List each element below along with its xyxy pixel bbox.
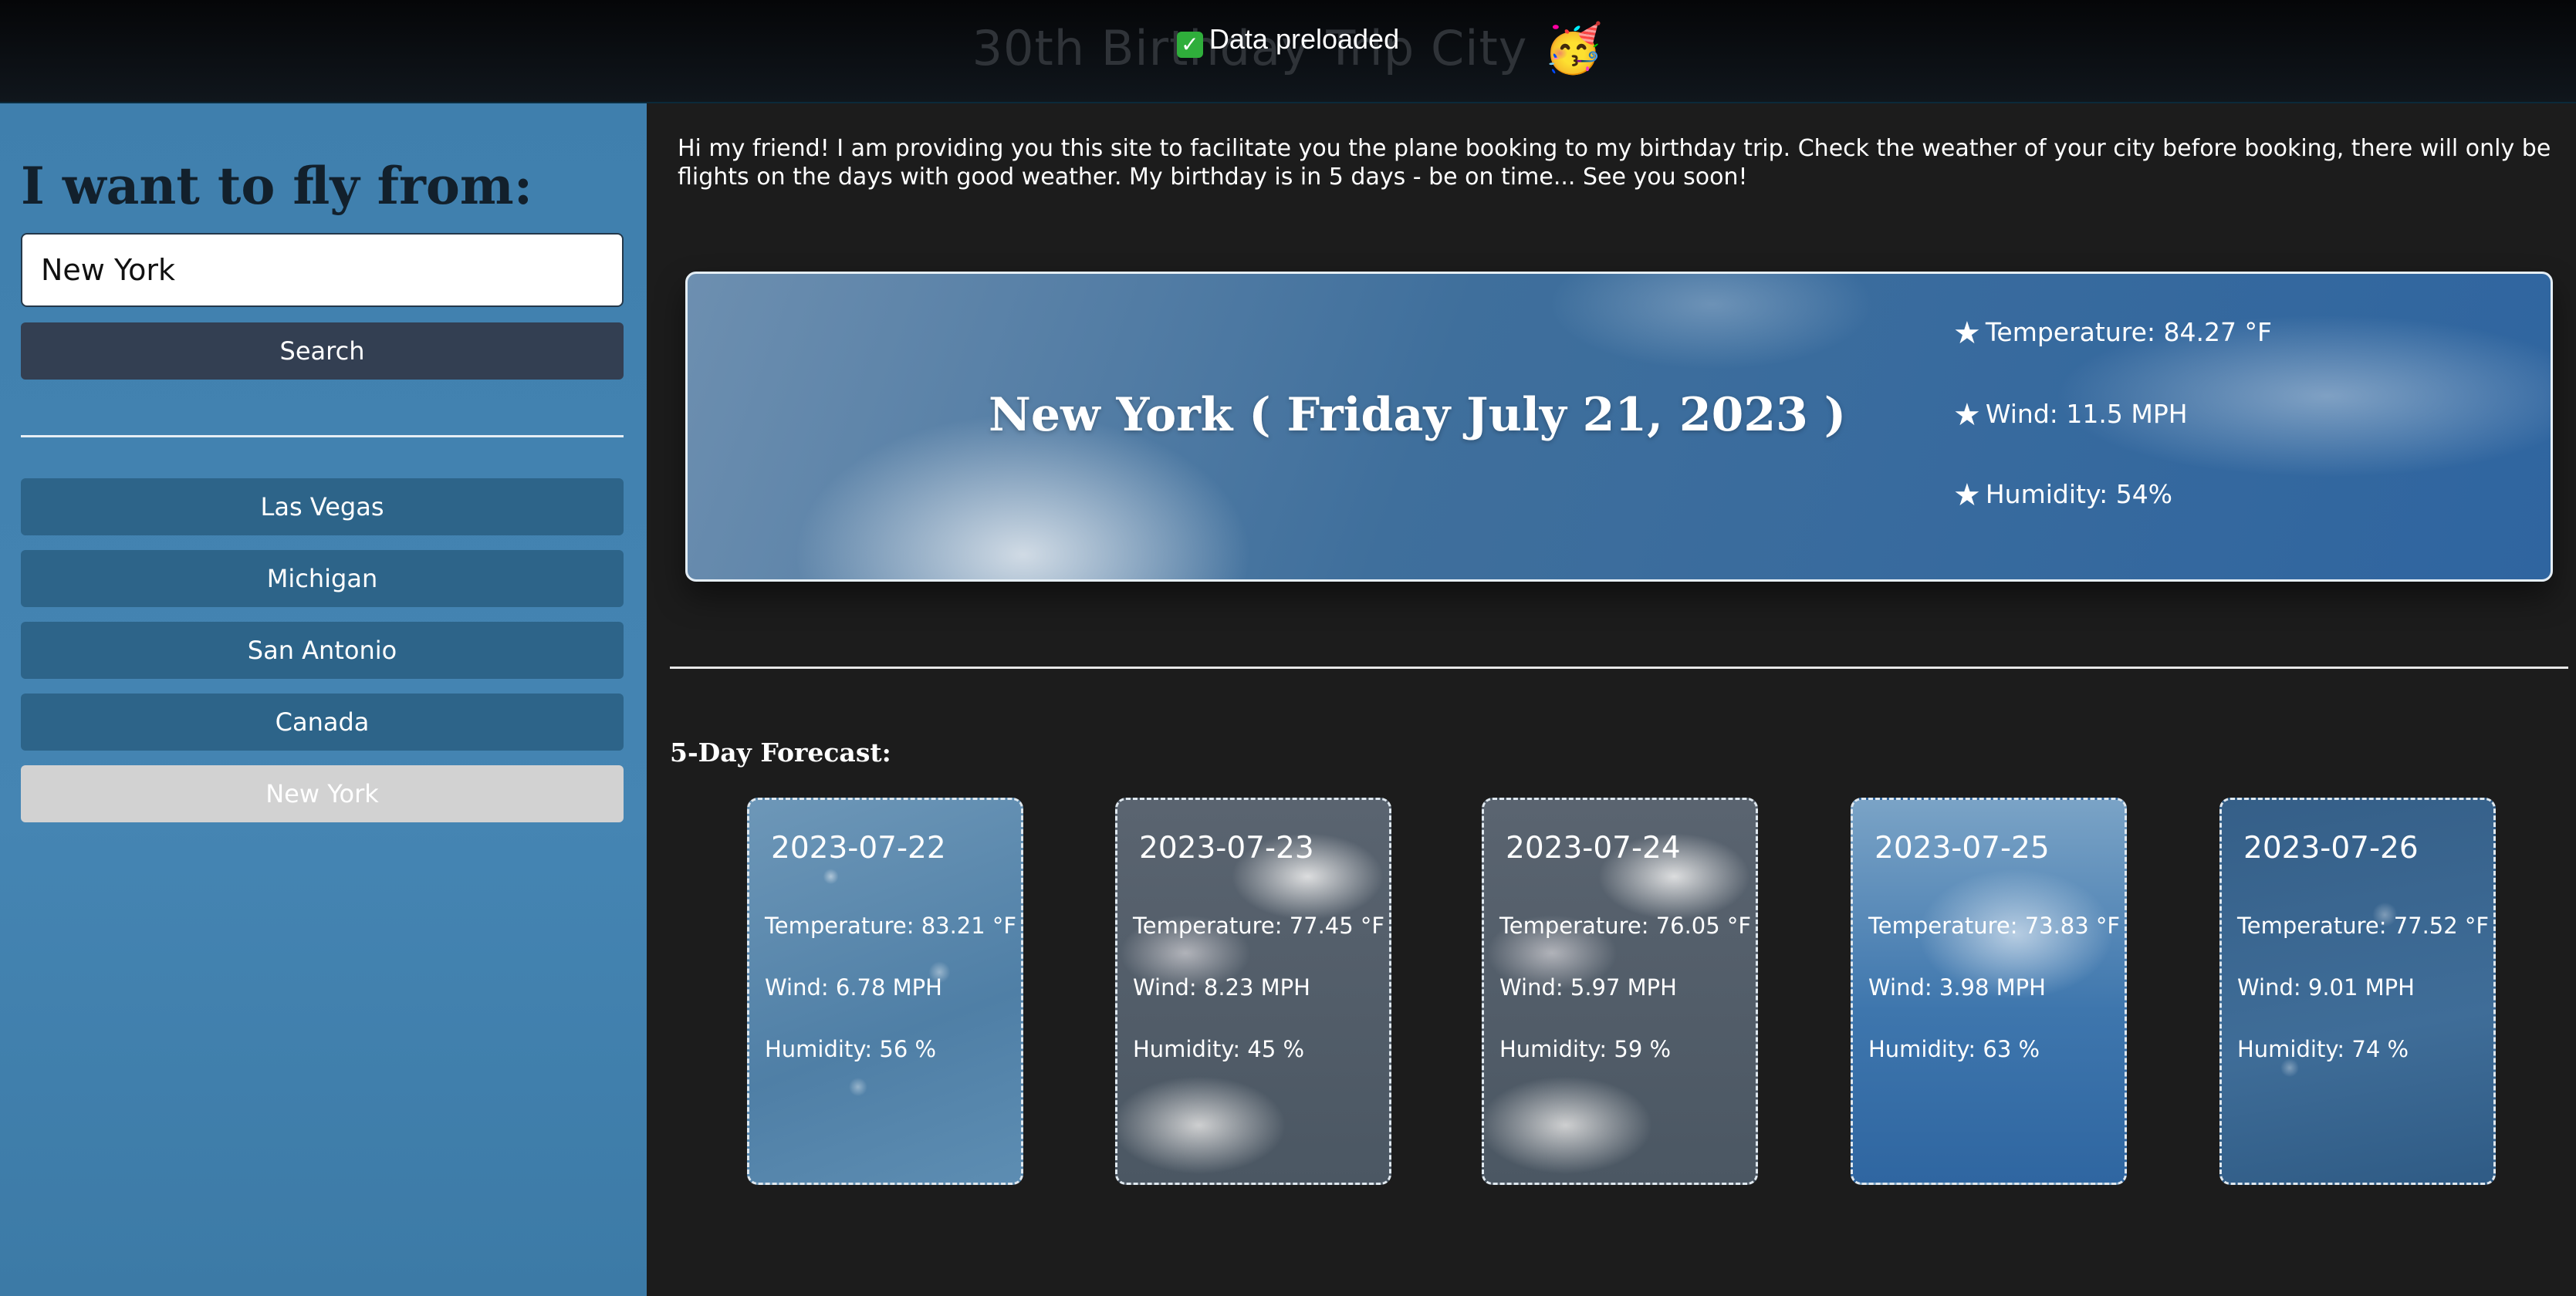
forecast-wind: Wind: 3.98 MPH xyxy=(1868,974,2046,1001)
forecast-card: 2023-07-25 Temperature: 73.83 °F Wind: 3.9… xyxy=(1851,798,2127,1185)
forecast-date: 2023-07-26 xyxy=(2243,831,2419,866)
forecast-card: 2023-07-23 Temperature: 77.45 °F Wind: 8.2… xyxy=(1115,798,1391,1185)
forecast-humidity: Humidity: 74 % xyxy=(2237,1036,2409,1062)
forecast-humidity: Humidity: 45 % xyxy=(1133,1036,1305,1062)
forecast-card: 2023-07-24 Temperature: 76.05 °F Wind: 5.9… xyxy=(1482,798,1758,1185)
forecast-date: 2023-07-22 xyxy=(771,831,946,866)
current-temperature: ★ Temperature: 84.27 °F xyxy=(1953,316,2272,351)
current-weather-card: New York ( Friday July 21, 2023 ) ★ Tempe… xyxy=(685,272,2553,582)
forecast-temperature: Temperature: 83.21 °F xyxy=(765,913,1017,939)
forecast-date: 2023-07-25 xyxy=(1875,831,2050,866)
forecast-card: 2023-07-26 Temperature: 77.52 °F Wind: 9.0… xyxy=(2219,798,2496,1185)
forecast-date: 2023-07-24 xyxy=(1506,831,1681,866)
check-mark-icon: ✓ xyxy=(1176,32,1203,58)
current-wind: ★ Wind: 11.5 MPH xyxy=(1953,397,2188,433)
sidebar: I want to fly from: Search Las Vegas Mich… xyxy=(0,103,647,1296)
intro-text: Hi my friend! I am providing you this si… xyxy=(678,135,2551,191)
forecast-temperature: Temperature: 73.83 °F xyxy=(1868,913,2121,939)
forecast-card: 2023-07-22 Temperature: 83.21 °F Wind: 6.7… xyxy=(747,798,1023,1185)
forecast-temperature: Temperature: 77.52 °F xyxy=(2237,913,2490,939)
city-search-input[interactable] xyxy=(21,233,624,307)
search-button[interactable]: Search xyxy=(21,322,624,380)
star-icon: ★ xyxy=(1953,397,1981,433)
city-history-button[interactable]: Las Vegas xyxy=(21,478,624,535)
forecast-temperature: Temperature: 77.45 °F xyxy=(1133,913,1385,939)
forecast-date: 2023-07-23 xyxy=(1139,831,1314,866)
current-city-date: New York ( Friday July 21, 2023 ) xyxy=(989,388,1847,442)
preload-toast: ✓ Data preloaded xyxy=(0,23,2576,58)
city-history-button[interactable]: San Antonio xyxy=(21,622,624,679)
toast-text: Data preloaded xyxy=(1209,23,1400,55)
current-humidity-text: Humidity: 54% xyxy=(1985,479,2173,509)
forecast-wind: Wind: 5.97 MPH xyxy=(1499,974,1677,1001)
forecast-humidity: Humidity: 56 % xyxy=(765,1036,937,1062)
city-history-button[interactable]: Canada xyxy=(21,694,624,751)
star-icon: ★ xyxy=(1953,478,1981,513)
forecast-temperature: Temperature: 76.05 °F xyxy=(1499,913,1752,939)
current-humidity: ★ Humidity: 54% xyxy=(1953,478,2172,513)
forecast-title: 5-Day Forecast: xyxy=(670,737,891,768)
main-divider xyxy=(670,667,2568,669)
forecast-wind: Wind: 6.78 MPH xyxy=(765,974,942,1001)
forecast-wind: Wind: 8.23 MPH xyxy=(1133,974,1310,1001)
sidebar-divider xyxy=(21,435,624,437)
star-icon: ★ xyxy=(1953,316,1981,351)
app-header: 30th Birthday Trip City 🥳 ✓ Data preloade… xyxy=(0,0,2576,103)
current-temperature-text: Temperature: 84.27 °F xyxy=(1985,317,2272,347)
city-history-button[interactable]: Michigan xyxy=(21,550,624,607)
forecast-humidity: Humidity: 63 % xyxy=(1868,1036,2040,1062)
current-wind-text: Wind: 11.5 MPH xyxy=(1985,399,2188,429)
city-history-button[interactable]: New York xyxy=(21,765,624,822)
sidebar-title: I want to fly from: xyxy=(21,156,533,216)
forecast-wind: Wind: 9.01 MPH xyxy=(2237,974,2415,1001)
forecast-humidity: Humidity: 59 % xyxy=(1499,1036,1672,1062)
